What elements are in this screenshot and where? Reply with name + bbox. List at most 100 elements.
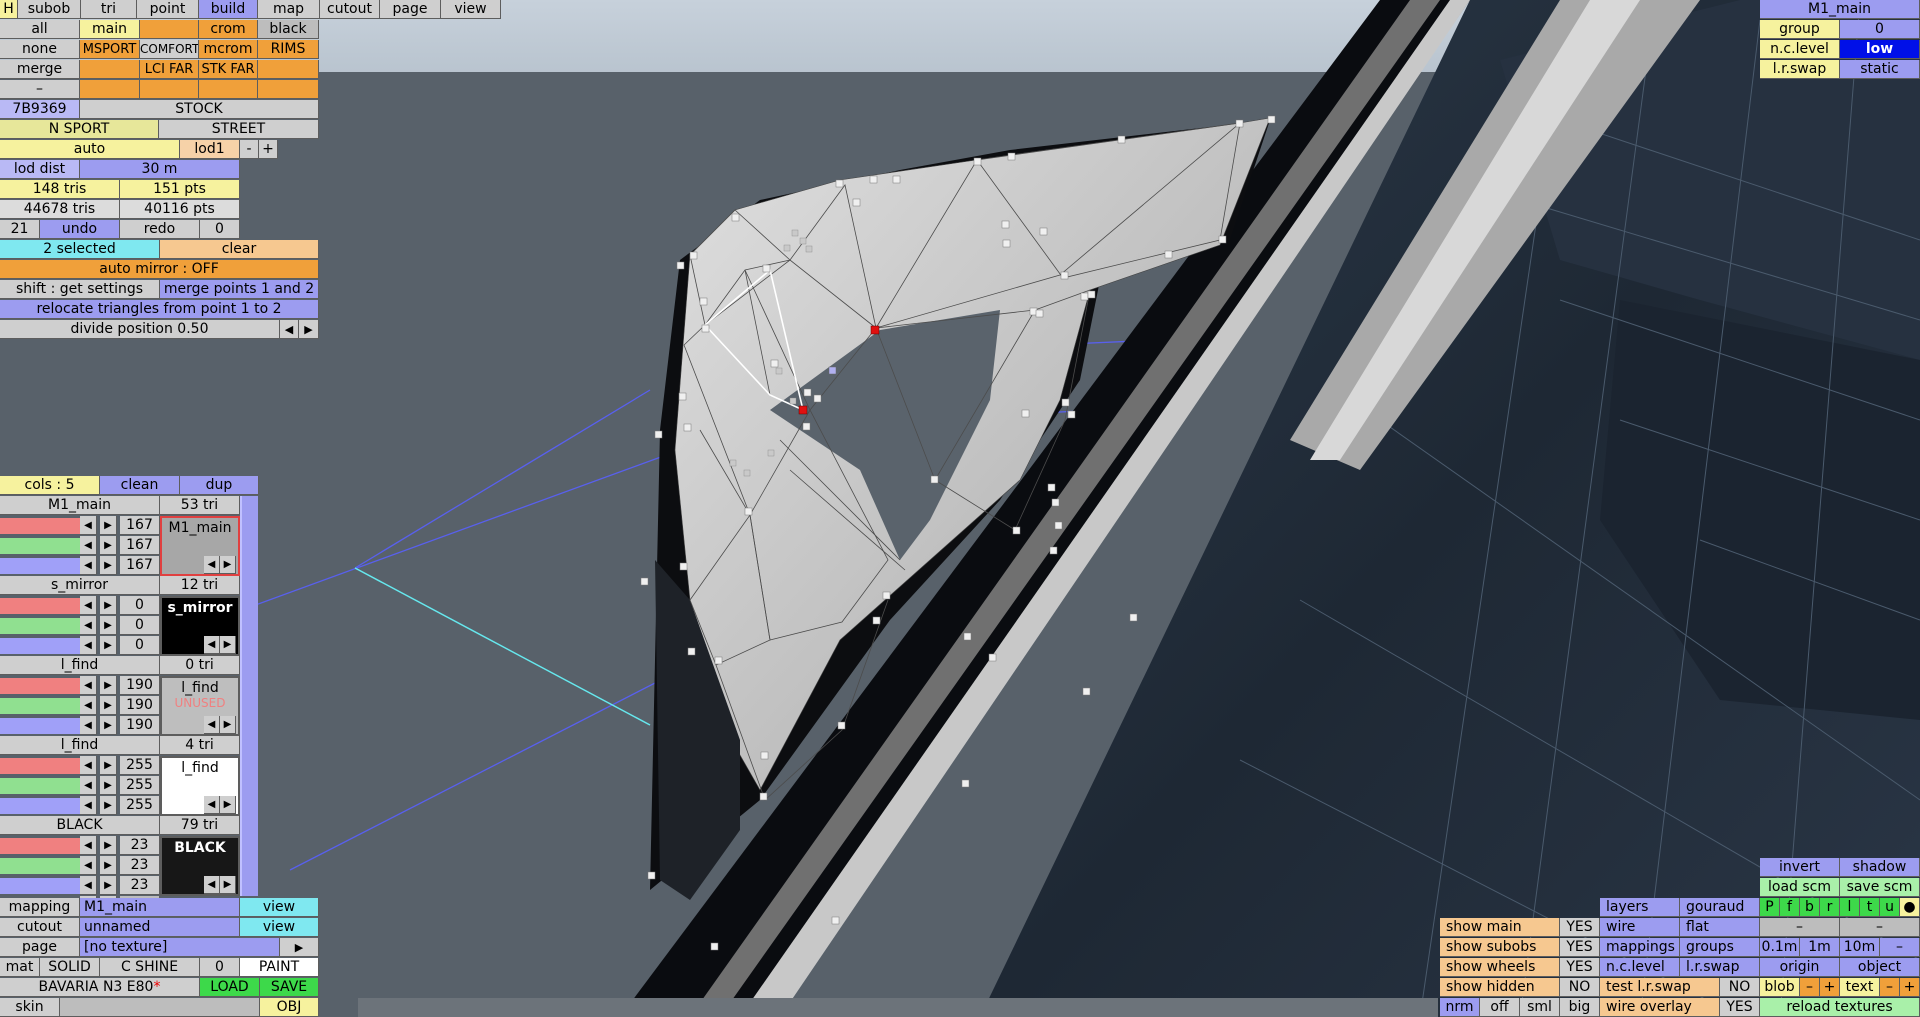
- filter-none[interactable]: none: [0, 40, 80, 59]
- preview-next-icon[interactable]: ▶: [220, 556, 236, 574]
- dash-button[interactable]: –: [0, 80, 80, 99]
- material-channel-slider[interactable]: [0, 878, 80, 894]
- channel-increase-icon[interactable]: ▶: [100, 536, 117, 555]
- grid-10m-button[interactable]: 10m: [1840, 938, 1880, 957]
- view-direction-5[interactable]: t: [1860, 898, 1880, 917]
- view-direction-0[interactable]: P: [1760, 898, 1780, 917]
- gouraud-button[interactable]: gouraud: [1680, 898, 1760, 917]
- tab-subob[interactable]: subob: [18, 0, 81, 19]
- material-channel-value[interactable]: 0: [120, 616, 160, 635]
- material-channel-slider[interactable]: [0, 598, 80, 614]
- view-direction-1[interactable]: f: [1780, 898, 1800, 917]
- nclevel-view-button[interactable]: n.c.level: [1600, 958, 1680, 977]
- filter-slot-6[interactable]: [199, 80, 258, 99]
- filter-slot-1[interactable]: [140, 20, 199, 39]
- divide-left-button[interactable]: ◀: [280, 320, 299, 339]
- show-subobs-toggle[interactable]: YES: [1560, 938, 1600, 957]
- obj-button[interactable]: OBJ: [260, 998, 319, 1017]
- material-channel-slider[interactable]: [0, 618, 80, 634]
- view-direction-6[interactable]: u: [1880, 898, 1900, 917]
- view-direction-2[interactable]: b: [1800, 898, 1820, 917]
- group-value[interactable]: 0: [1840, 20, 1920, 39]
- load-button[interactable]: LOAD: [200, 978, 260, 997]
- channel-increase-icon[interactable]: ▶: [100, 716, 117, 735]
- view-direction-3[interactable]: r: [1820, 898, 1840, 917]
- preview-prev-icon[interactable]: ◀: [204, 796, 220, 814]
- preview-next-icon[interactable]: ▶: [220, 796, 236, 814]
- off-button[interactable]: off: [1480, 998, 1520, 1017]
- lrswap-view-button[interactable]: l.r.swap: [1680, 958, 1760, 977]
- material-name[interactable]: BLACK: [0, 816, 160, 835]
- dash-left-button[interactable]: –: [1760, 918, 1840, 937]
- divide-right-button[interactable]: ▶: [299, 320, 319, 339]
- material-channel-slider[interactable]: [0, 518, 80, 534]
- channel-decrease-icon[interactable]: ◀: [80, 756, 97, 775]
- materials-scrollbar[interactable]: [240, 496, 258, 896]
- channel-increase-icon[interactable]: ▶: [100, 856, 117, 875]
- material-channel-slider[interactable]: [0, 538, 80, 554]
- text-plus-button[interactable]: +: [1900, 978, 1920, 997]
- material-channel-value[interactable]: 255: [120, 756, 160, 775]
- tab-map[interactable]: map: [258, 0, 320, 19]
- channel-increase-icon[interactable]: ▶: [100, 696, 117, 715]
- channel-decrease-icon[interactable]: ◀: [80, 536, 97, 555]
- tab-page[interactable]: page: [380, 0, 441, 19]
- filter-black[interactable]: black: [258, 20, 319, 39]
- material-channel-value[interactable]: 167: [120, 556, 160, 575]
- material-name[interactable]: l_find: [0, 656, 160, 675]
- wire-button[interactable]: wire: [1600, 918, 1680, 937]
- nrm-button[interactable]: nrm: [1440, 998, 1480, 1017]
- auto-lod-button[interactable]: auto: [0, 140, 180, 159]
- merge-button[interactable]: merge: [0, 60, 80, 79]
- mapping-view-button[interactable]: view: [240, 898, 319, 917]
- channel-increase-icon[interactable]: ▶: [100, 616, 117, 635]
- wire-overlay-toggle[interactable]: YES: [1720, 998, 1760, 1017]
- material-channel-slider[interactable]: [0, 558, 80, 574]
- clear-selection-button[interactable]: clear: [160, 240, 319, 259]
- channel-decrease-icon[interactable]: ◀: [80, 636, 97, 655]
- channel-decrease-icon[interactable]: ◀: [80, 856, 97, 875]
- channel-decrease-icon[interactable]: ◀: [80, 596, 97, 615]
- filter-comfort[interactable]: COMFORT: [140, 40, 199, 59]
- text-minus-button[interactable]: –: [1880, 978, 1900, 997]
- channel-increase-icon[interactable]: ▶: [100, 516, 117, 535]
- material-channel-slider[interactable]: [0, 778, 80, 794]
- dash-right-button[interactable]: –: [1840, 918, 1920, 937]
- invert-button[interactable]: invert: [1760, 858, 1840, 877]
- channel-increase-icon[interactable]: ▶: [100, 596, 117, 615]
- filter-slot-2[interactable]: [80, 60, 140, 79]
- show-main-toggle[interactable]: YES: [1560, 918, 1600, 937]
- channel-decrease-icon[interactable]: ◀: [80, 716, 97, 735]
- page-next-button[interactable]: ▶: [280, 938, 319, 957]
- reload-textures-button[interactable]: reload textures: [1760, 998, 1920, 1017]
- preview-next-icon[interactable]: ▶: [220, 876, 236, 894]
- tab-cutout[interactable]: cutout: [320, 0, 380, 19]
- preview-prev-icon[interactable]: ◀: [204, 716, 220, 734]
- material-channel-slider[interactable]: [0, 718, 80, 734]
- redo-button[interactable]: redo: [120, 220, 200, 239]
- channel-decrease-icon[interactable]: ◀: [80, 876, 97, 895]
- channel-decrease-icon[interactable]: ◀: [80, 556, 97, 575]
- filter-rims[interactable]: RIMS: [258, 40, 319, 59]
- filter-crom[interactable]: crom: [199, 20, 258, 39]
- stock-button[interactable]: STOCK: [80, 100, 319, 119]
- shadow-button[interactable]: shadow: [1840, 858, 1920, 877]
- tab-point[interactable]: point: [137, 0, 199, 19]
- cshine-button[interactable]: C SHINE: [100, 958, 200, 977]
- view-direction-7[interactable]: ●: [1900, 898, 1920, 917]
- load-scm-button[interactable]: load scm: [1760, 878, 1840, 897]
- filter-slot-4[interactable]: [80, 80, 140, 99]
- relocate-triangles-button[interactable]: relocate triangles from point 1 to 2: [0, 300, 319, 319]
- grid-minus-button[interactable]: –: [1880, 938, 1920, 957]
- channel-decrease-icon[interactable]: ◀: [80, 696, 97, 715]
- preview-prev-icon[interactable]: ◀: [204, 876, 220, 894]
- material-channel-value[interactable]: 167: [120, 536, 160, 555]
- merge-points-button[interactable]: merge points 1 and 2: [160, 280, 319, 299]
- filter-stk-far[interactable]: STK FAR: [199, 60, 258, 79]
- filter-msport[interactable]: MSPORT: [80, 40, 140, 59]
- flat-button[interactable]: flat: [1680, 918, 1760, 937]
- material-channel-value[interactable]: 190: [120, 696, 160, 715]
- skin-field[interactable]: [60, 998, 260, 1017]
- filter-main[interactable]: main: [80, 20, 140, 39]
- mappings-button[interactable]: mappings: [1600, 938, 1680, 957]
